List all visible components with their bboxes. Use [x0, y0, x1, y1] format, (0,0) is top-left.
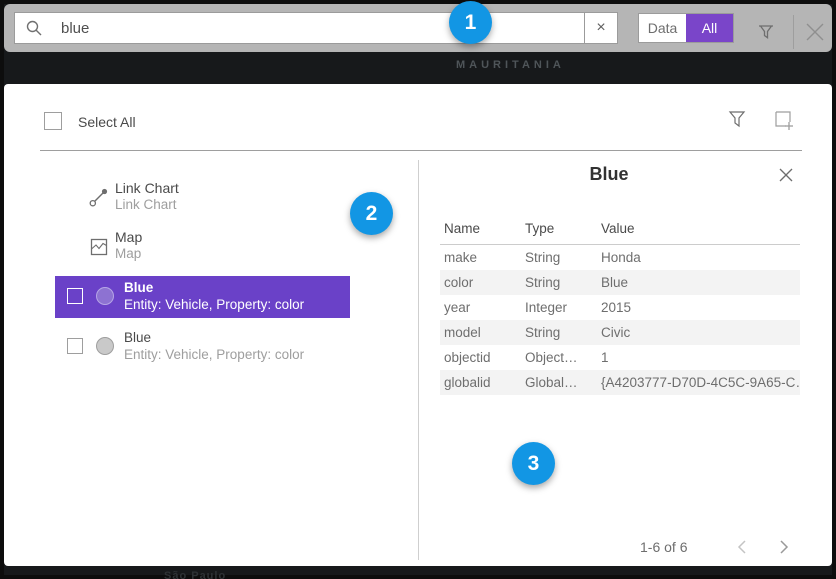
table-header-row: Name Type Value	[440, 216, 800, 245]
data-all-toggle: Data All	[638, 13, 734, 43]
detail-title: Blue	[418, 164, 800, 185]
cell-name: year	[440, 295, 521, 320]
table-row: make String Honda	[440, 245, 800, 271]
table-row: model String Civic	[440, 320, 800, 345]
search-results-panel: Select All Link Chart Link Chart Map Map…	[4, 84, 832, 566]
link-chart-icon	[88, 186, 110, 213]
close-search-icon[interactable]	[803, 20, 827, 44]
search-toolbar: × Data All	[4, 4, 832, 52]
cell-value: 2015	[597, 295, 800, 320]
list-item-title[interactable]: Link Chart	[115, 180, 179, 196]
map-icon	[88, 236, 110, 263]
clear-search-button[interactable]: ×	[584, 13, 617, 43]
detail-close-icon[interactable]	[777, 166, 795, 184]
panel-divider	[40, 150, 802, 151]
cell-type: String	[521, 245, 597, 271]
attribute-table: Name Type Value make String Honda color …	[440, 216, 800, 395]
column-header-value: Value	[597, 216, 800, 245]
entity-circle-icon	[96, 287, 114, 305]
item-checkbox[interactable]	[67, 288, 83, 304]
cell-value: Blue	[597, 270, 800, 295]
list-item-title[interactable]: Map	[115, 229, 142, 245]
callout-badge-1: 1	[449, 1, 492, 44]
next-page-icon[interactable]	[774, 538, 792, 556]
table-row: year Integer 2015	[440, 295, 800, 320]
table-row: objectid Object… 1	[440, 345, 800, 370]
cell-name: globalid	[440, 370, 521, 395]
item-checkbox[interactable]	[67, 338, 83, 354]
cell-type: Global…	[521, 370, 597, 395]
cell-value: Honda	[597, 245, 800, 271]
select-all-checkbox[interactable]	[44, 112, 62, 130]
cell-name: model	[440, 320, 521, 345]
results-filter-icon[interactable]	[726, 108, 748, 132]
select-all-label: Select All	[78, 114, 136, 130]
cell-value: Civic	[597, 320, 800, 345]
list-item-title: Blue	[124, 280, 153, 295]
toggle-option-all[interactable]: All	[686, 14, 733, 42]
panel-vertical-divider	[418, 160, 419, 560]
list-item-subtitle: Map	[115, 246, 141, 261]
table-row: globalid Global… {A4203777-D70D-4C5C-9A6…	[440, 370, 800, 395]
cell-value: {A4203777-D70D-4C5C-9A65-C…	[597, 370, 800, 395]
list-item[interactable]: Blue Entity: Vehicle, Property: color	[55, 327, 350, 369]
cell-type: String	[521, 320, 597, 345]
pagination: 1-6 of 6	[604, 536, 804, 560]
list-item-subtitle: Link Chart	[115, 197, 177, 212]
map-city-label: São Paulo	[164, 570, 226, 579]
cell-type: Object…	[521, 345, 597, 370]
list-item-subtitle: Entity: Vehicle, Property: color	[124, 347, 304, 362]
search-icon	[15, 19, 53, 37]
entity-circle-icon	[96, 337, 114, 355]
search-box: ×	[14, 12, 618, 44]
filter-icon[interactable]	[755, 21, 777, 43]
column-header-type: Type	[521, 216, 597, 245]
column-header-name: Name	[440, 216, 521, 245]
callout-badge-2: 2	[350, 192, 393, 235]
cell-type: String	[521, 270, 597, 295]
cell-type: Integer	[521, 295, 597, 320]
cell-name: make	[440, 245, 521, 271]
add-to-selection-icon[interactable]	[772, 108, 796, 132]
cell-name: objectid	[440, 345, 521, 370]
list-item-subtitle: Entity: Vehicle, Property: color	[124, 297, 304, 312]
app-window: MAURITANIA São Paulo × Data All Select A…	[0, 0, 836, 579]
previous-page-icon[interactable]	[734, 538, 752, 556]
toggle-option-data[interactable]: Data	[639, 14, 686, 42]
callout-badge-3: 3	[512, 442, 555, 485]
search-input[interactable]	[53, 20, 584, 37]
toolbar-divider	[793, 15, 794, 49]
list-item-title: Blue	[124, 330, 151, 345]
map-country-label: MAURITANIA	[456, 59, 565, 71]
cell-name: color	[440, 270, 521, 295]
list-item-selected[interactable]: Blue Entity: Vehicle, Property: color	[55, 276, 350, 318]
pagination-label: 1-6 of 6	[640, 539, 687, 555]
cell-value: 1	[597, 345, 800, 370]
table-row: color String Blue	[440, 270, 800, 295]
